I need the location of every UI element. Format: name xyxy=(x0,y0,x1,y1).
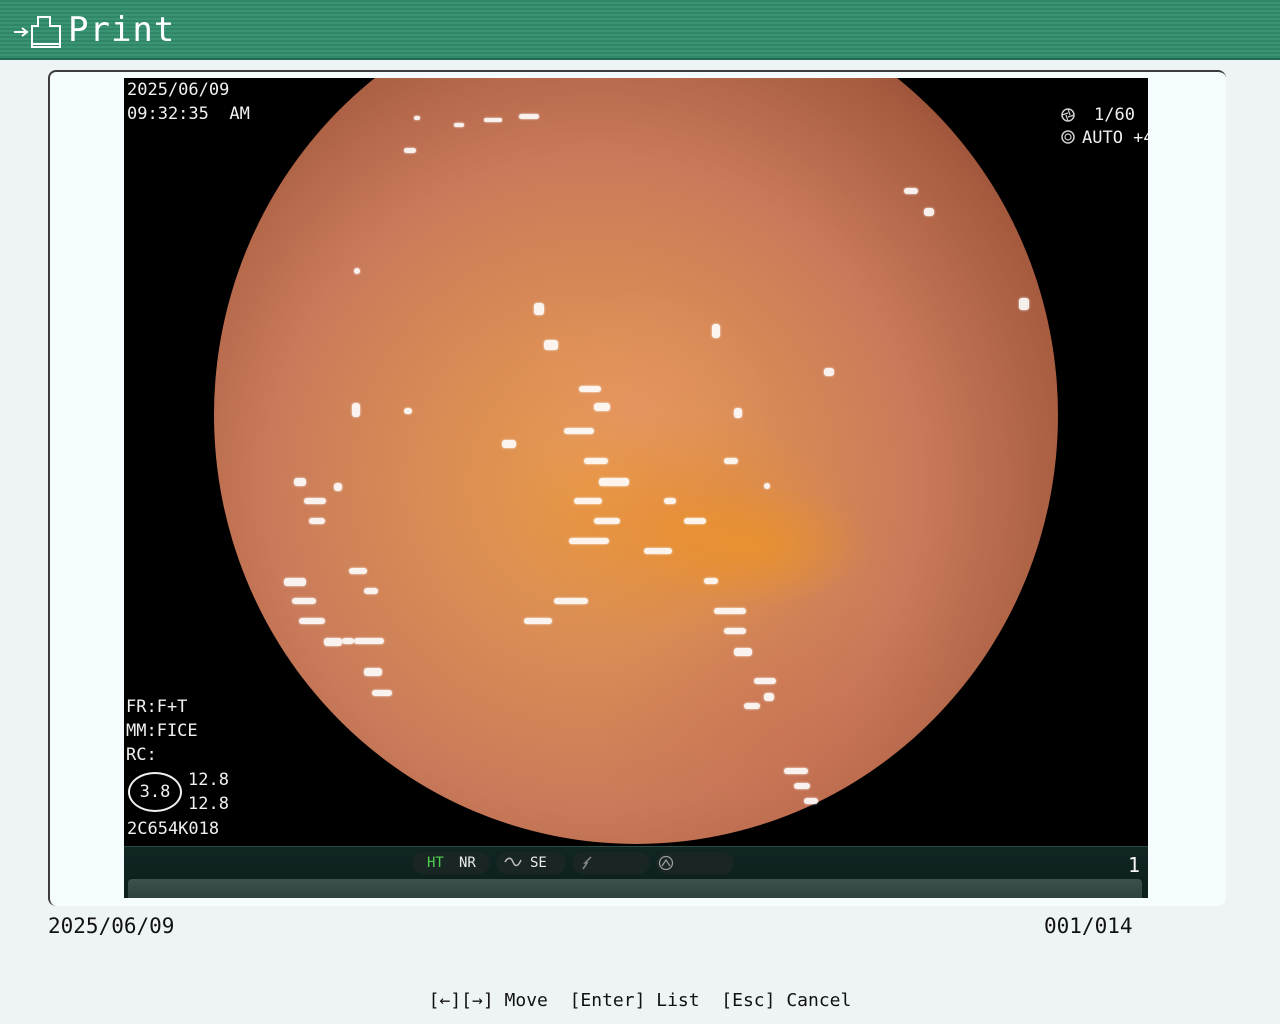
specular-highlight xyxy=(579,386,601,392)
specular-highlight xyxy=(454,123,464,127)
title-bar: Print xyxy=(0,0,1280,60)
image-time: 09:32:35 AM xyxy=(127,104,250,124)
color-mode-indicator xyxy=(656,852,734,874)
specular-highlight xyxy=(569,538,609,544)
specular-highlight xyxy=(594,403,610,411)
specular-highlight xyxy=(544,340,558,350)
specular-highlight xyxy=(364,668,382,676)
shutter-speed: 1/60 xyxy=(1094,105,1135,125)
se-indicator-group: SE xyxy=(496,852,566,874)
specular-highlight xyxy=(744,703,760,709)
specular-highlight xyxy=(684,518,706,524)
mm-setting: MM:FICE xyxy=(126,721,198,741)
specular-highlight xyxy=(342,638,354,644)
specular-highlight xyxy=(524,618,552,624)
specular-highlight xyxy=(794,783,810,789)
specular-highlight xyxy=(294,478,306,486)
hemoglobin-index-badge: 3.8 xyxy=(128,772,182,812)
specular-highlight xyxy=(904,188,918,194)
structure-enhance-icon xyxy=(504,857,522,867)
specular-highlight xyxy=(734,648,752,656)
nr-indicator: NR xyxy=(459,855,476,871)
endoscope-view xyxy=(214,78,1058,844)
specular-highlight xyxy=(284,578,306,586)
monitor-status-bar: HT NR SE 1 xyxy=(124,846,1148,898)
specular-highlight xyxy=(324,638,342,646)
specular-highlight xyxy=(764,693,774,701)
lightning-icon xyxy=(582,856,592,870)
specular-highlight xyxy=(534,303,544,315)
specular-highlight xyxy=(1019,298,1029,310)
shutter-icon xyxy=(1061,108,1075,122)
specular-highlight xyxy=(924,208,934,216)
specular-highlight xyxy=(754,678,776,684)
fr-setting: FR:F+T xyxy=(126,697,188,717)
hemoglobin-index-value: 3.8 xyxy=(139,782,171,802)
record-date: 2025/06/09 xyxy=(48,914,175,938)
specular-highlight xyxy=(372,690,392,696)
specular-highlight xyxy=(354,638,384,644)
specular-highlight xyxy=(352,403,360,417)
specular-highlight xyxy=(712,324,720,338)
specular-highlight xyxy=(334,483,342,491)
scope-serial: 2C654K018 xyxy=(127,819,220,839)
specular-highlight xyxy=(519,114,539,119)
specular-highlight xyxy=(564,428,594,434)
specular-highlight xyxy=(404,148,416,153)
ht-nr-indicator: HT NR xyxy=(412,852,490,874)
specular-highlight xyxy=(304,498,326,504)
specular-highlight xyxy=(594,518,620,524)
specular-highlight xyxy=(292,598,316,604)
iris-mode: AUTO +4 xyxy=(1082,128,1148,148)
specular-highlight xyxy=(599,478,629,486)
color-mode-icon xyxy=(658,855,674,871)
move-hint[interactable]: [←][→] Move xyxy=(429,990,548,1011)
se-indicator: SE xyxy=(530,855,547,871)
specular-highlight xyxy=(349,568,367,574)
specular-highlight xyxy=(724,458,738,464)
specular-highlight xyxy=(502,440,516,448)
iris-icon xyxy=(1061,130,1075,144)
specular-highlight xyxy=(299,618,325,624)
list-hint[interactable]: [Enter] List xyxy=(570,990,700,1011)
specular-highlight xyxy=(664,498,676,504)
hemoglobin-index-top: 12.8 xyxy=(188,770,229,790)
image-date: 2025/06/09 xyxy=(127,80,230,100)
specular-highlight xyxy=(584,458,608,464)
status-strip xyxy=(128,879,1142,898)
specular-highlight xyxy=(784,768,808,774)
specular-highlight xyxy=(554,598,588,604)
frame-number: 1 xyxy=(1127,853,1140,877)
specular-highlight xyxy=(364,588,378,594)
specular-highlight xyxy=(309,518,325,524)
ht-indicator: HT xyxy=(427,855,444,871)
rc-setting: RC: xyxy=(126,745,157,765)
specular-highlight xyxy=(414,116,420,120)
specular-highlight xyxy=(354,268,360,274)
hemoglobin-index-bottom: 12.8 xyxy=(188,794,229,814)
specular-highlight xyxy=(574,498,602,504)
specular-highlight xyxy=(714,608,746,614)
specular-highlight xyxy=(484,118,502,122)
specular-highlight xyxy=(644,548,672,554)
specular-highlight xyxy=(704,578,718,584)
specular-highlight xyxy=(404,408,412,414)
key-hint-bar: [←][→] Move [Enter] List [Esc] Cancel xyxy=(0,990,1280,1012)
window-title: Print xyxy=(68,10,176,50)
print-icon xyxy=(14,16,61,48)
freeze-indicator xyxy=(572,852,650,874)
specular-highlight xyxy=(734,408,742,418)
specular-highlight xyxy=(804,798,818,804)
specular-highlight xyxy=(824,368,834,376)
specular-highlight xyxy=(764,483,770,489)
cancel-hint[interactable]: [Esc] Cancel xyxy=(721,990,851,1011)
endoscope-image[interactable]: 2025/06/09 09:32:35 AM 1/60 AUTO +4 FR:F… xyxy=(124,78,1148,898)
image-counter: 001/014 xyxy=(1044,914,1133,938)
specular-highlight xyxy=(724,628,746,634)
